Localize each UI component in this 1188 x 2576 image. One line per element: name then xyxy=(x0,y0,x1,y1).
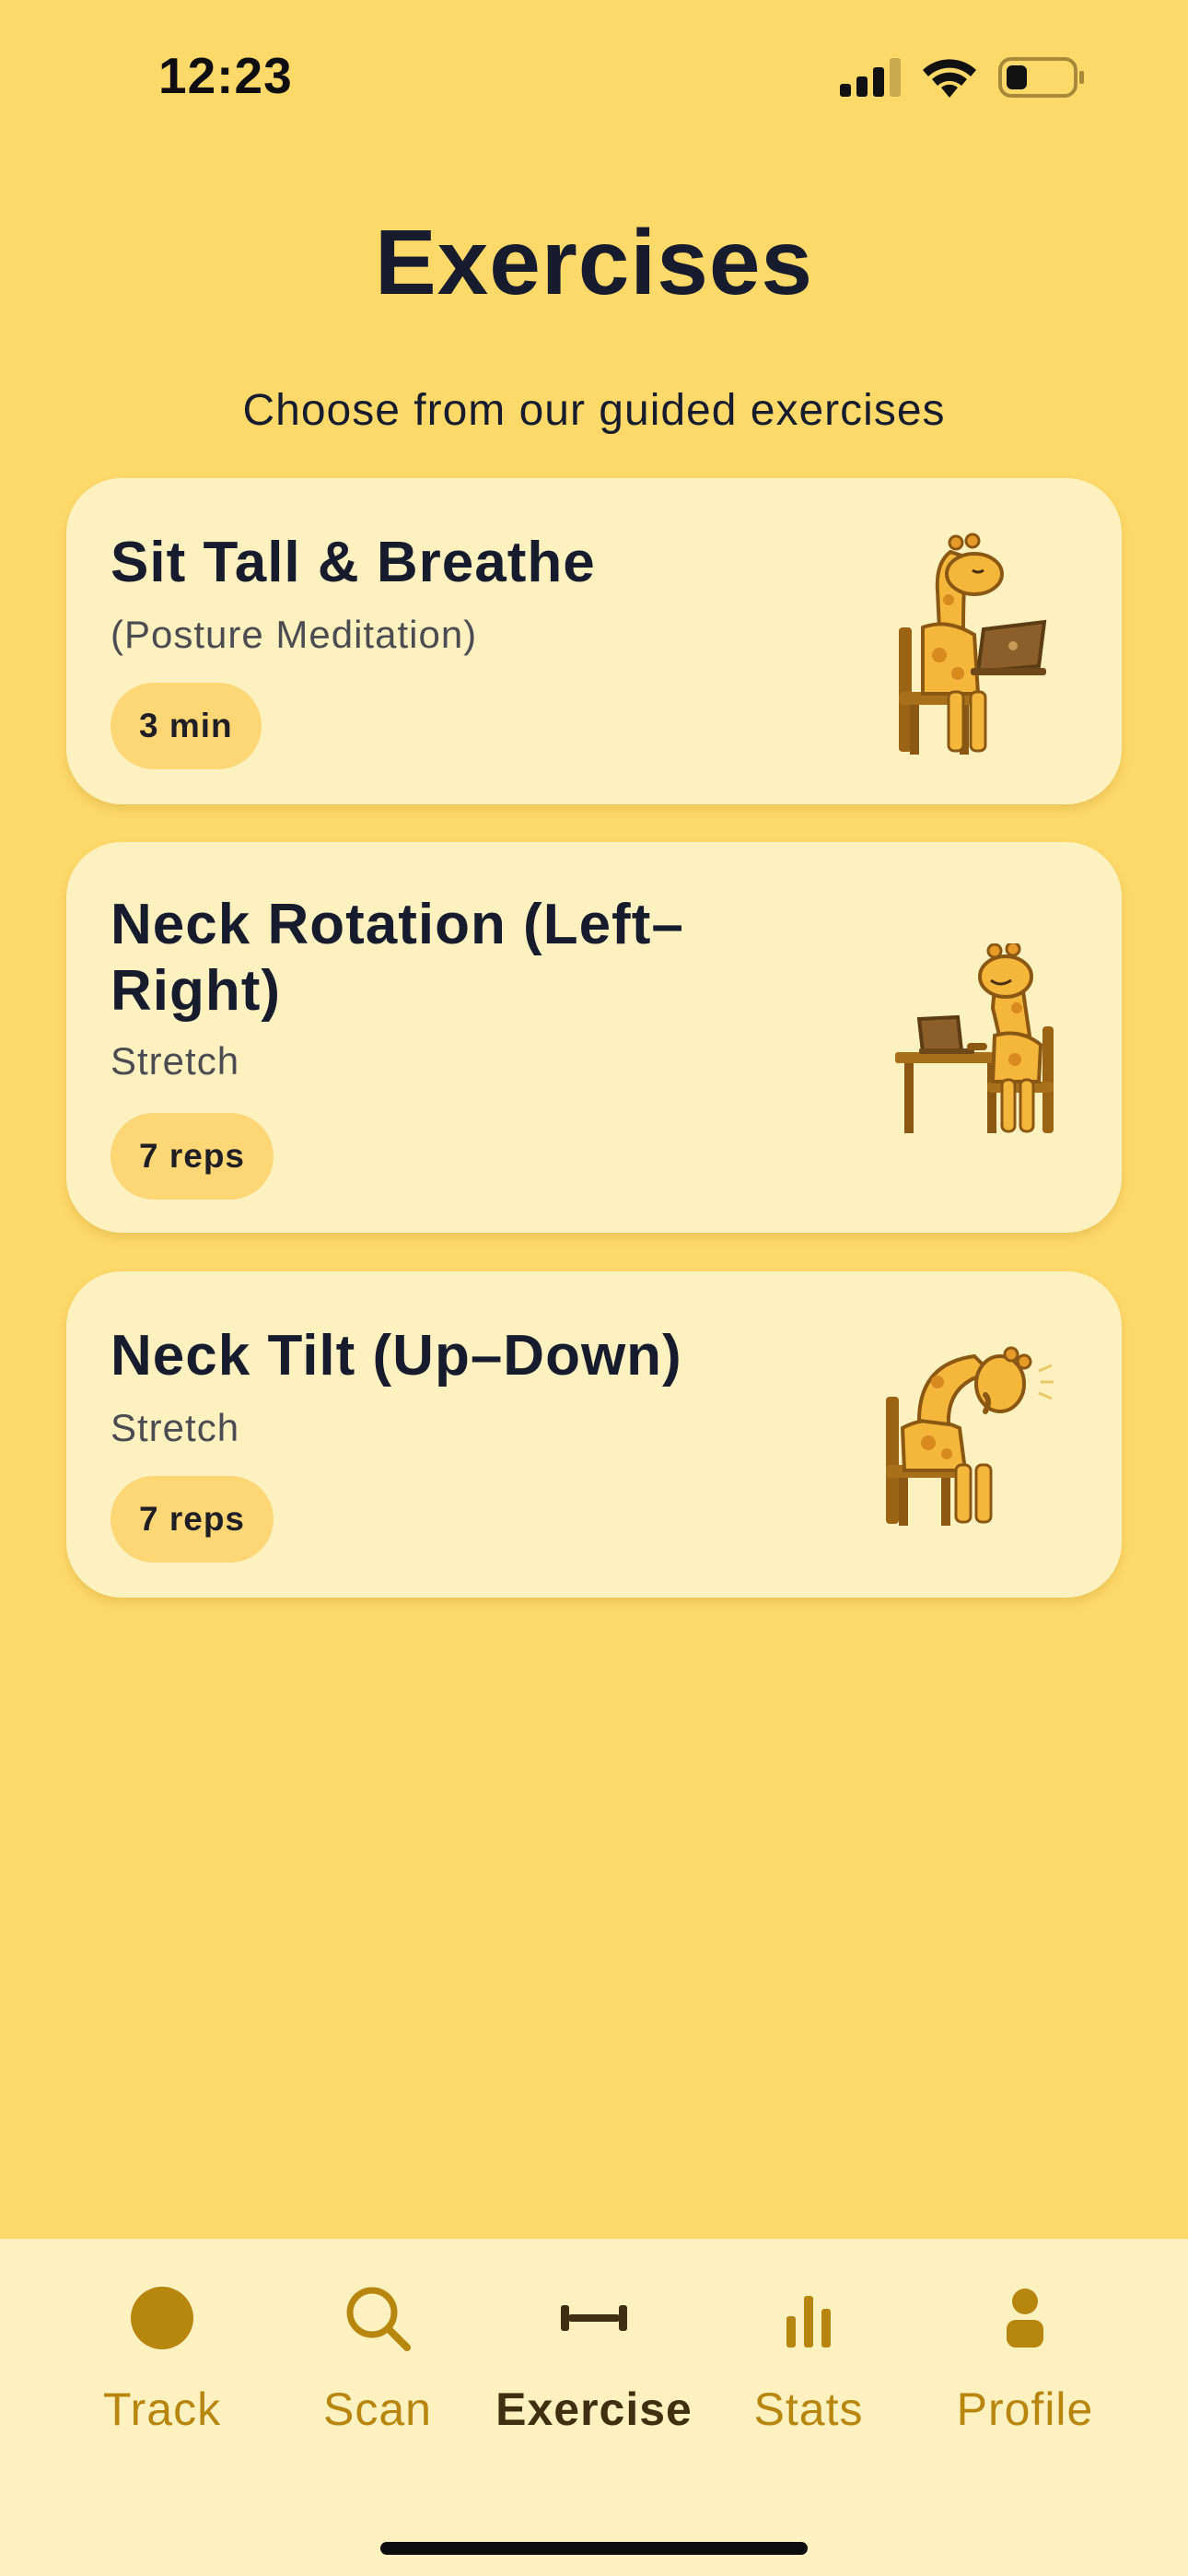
page-subtitle: Choose from our guided exercises xyxy=(242,386,946,435)
tab-label: Stats xyxy=(753,2383,864,2435)
status-icons xyxy=(840,57,1085,98)
tab-label: Profile xyxy=(956,2383,1094,2435)
circle-icon xyxy=(131,2287,193,2349)
exercise-title: Neck Tilt (Up–Down) xyxy=(111,1324,682,1388)
tab-label: Exercise xyxy=(495,2383,693,2435)
exercise-subtitle: Stretch xyxy=(111,1039,240,1083)
tab-exercise[interactable]: Exercise xyxy=(483,2239,705,2460)
dumbbell-icon xyxy=(561,2305,627,2331)
battery-icon xyxy=(998,57,1084,98)
exercise-card-neck-rotation[interactable]: Neck Rotation (Left–Right) Stretch 7 rep… xyxy=(66,842,1122,1233)
exercise-subtitle: (Posture Meditation) xyxy=(111,613,478,656)
giraffe-at-laptop-icon xyxy=(899,533,1047,755)
exercise-title: Neck Rotation (Left–Right) xyxy=(111,893,684,1023)
tab-label: Track xyxy=(102,2383,222,2435)
exercise-title: Sit Tall & Breathe xyxy=(111,531,596,594)
tab-profile[interactable]: Profile xyxy=(914,2239,1136,2460)
exercise-card-sit-tall[interactable]: Sit Tall & Breathe (Posture Meditation) … xyxy=(66,478,1122,804)
duration-badge: 3 min xyxy=(111,683,262,769)
home-indicator[interactable] xyxy=(380,2542,808,2555)
person-icon xyxy=(1007,2289,1043,2348)
page-title: Exercises xyxy=(374,211,814,314)
search-icon xyxy=(346,2287,411,2351)
exercise-subtitle: Stretch xyxy=(111,1406,240,1449)
cellular-signal-icon xyxy=(840,58,901,97)
giraffe-neck-tilt-icon xyxy=(886,1346,1054,1526)
tab-bar: Track Scan Exercise Stats Profile xyxy=(0,2239,1188,2576)
reps-badge: 7 reps xyxy=(111,1476,274,1563)
wifi-icon xyxy=(923,59,976,98)
giraffe-at-desk-icon xyxy=(895,943,1054,1133)
exercise-card-neck-tilt[interactable]: Neck Tilt (Up–Down) Stretch 7 reps xyxy=(66,1271,1122,1598)
tab-track[interactable]: Track xyxy=(52,2239,273,2460)
tab-label: Scan xyxy=(323,2383,432,2435)
tab-stats[interactable]: Stats xyxy=(698,2239,919,2460)
bar-chart-icon xyxy=(786,2296,831,2348)
status-time: 12:23 xyxy=(158,47,293,104)
tab-scan[interactable]: Scan xyxy=(267,2239,488,2460)
status-bar: 12:23 xyxy=(0,0,1188,157)
reps-badge: 7 reps xyxy=(111,1113,274,1200)
